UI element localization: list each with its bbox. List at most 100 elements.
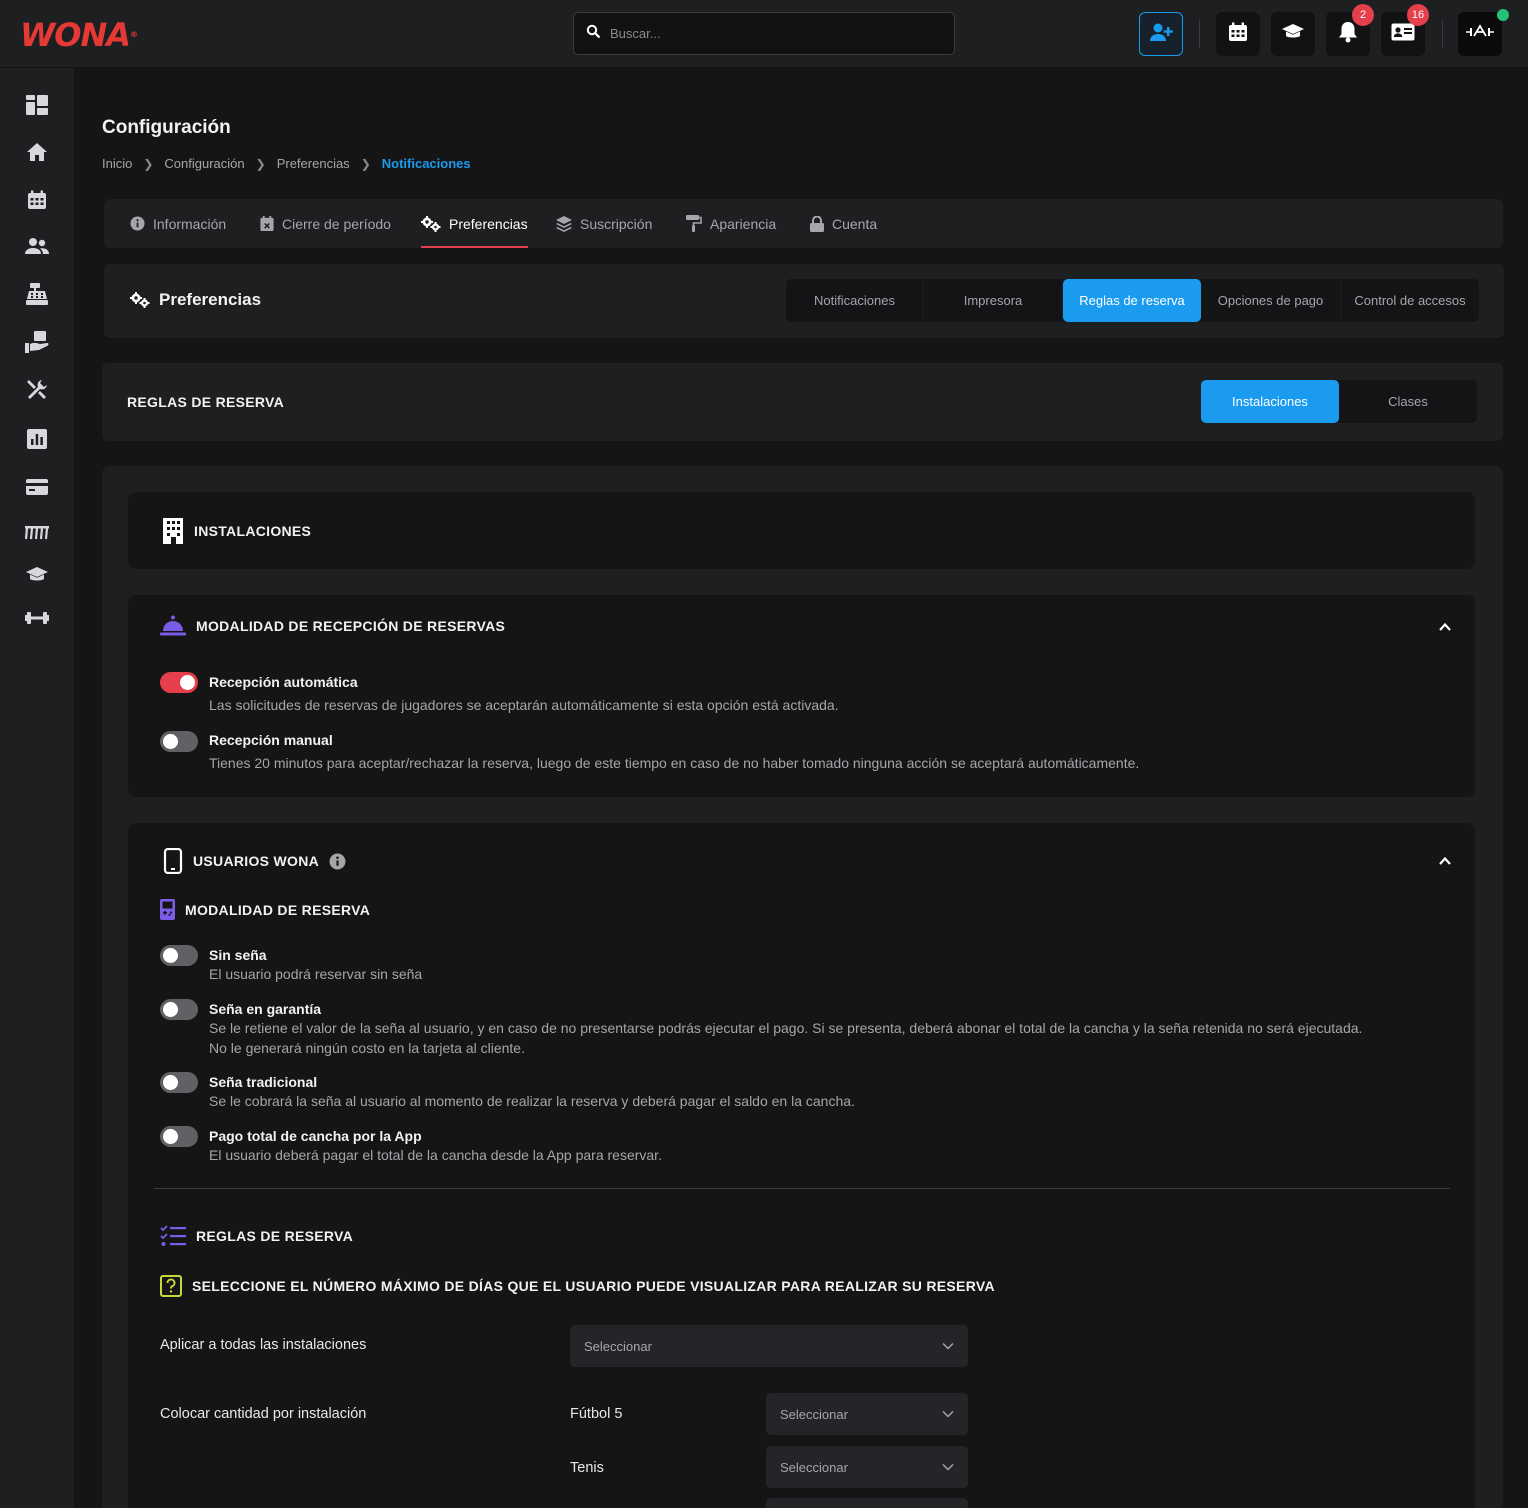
segment-clases[interactable]: Clases [1339,380,1477,423]
toggle-pago-total-app[interactable] [160,1126,198,1147]
graduation-cap-icon [1281,23,1305,46]
id-card-icon [1391,23,1415,46]
rules-segmented-control: Instalaciones Clases [1201,380,1477,423]
page-title: Configuración [102,117,231,138]
section-divider [154,1188,1450,1189]
chevron-down-icon [942,1342,954,1350]
wona-logo[interactable]: WONA® [20,18,138,52]
toggle-sena-tradicional[interactable] [160,1072,198,1093]
option-title: Sin seña [209,947,267,963]
calendar-icon [28,190,46,209]
breadcrumb-item[interactable]: Inicio [102,156,132,171]
tab-cuenta[interactable]: Cuenta [810,199,877,248]
paint-roller-icon [686,215,702,232]
sidebar-item-home[interactable] [22,137,52,167]
tab-suscripcion[interactable]: Suscripción [556,199,652,248]
sidebar-item-dashboard[interactable] [22,90,52,120]
option-description: El usuario deberá pagar el total de la c… [209,1147,662,1163]
sidebar-item-calendar[interactable] [22,185,52,215]
booking-mode-title: MODALIDAD DE RESERVA [160,899,370,920]
sidebar-item-courts[interactable] [22,517,52,547]
toggle-sena-en-garantia[interactable] [160,999,198,1020]
tools-icon [27,380,47,399]
installation-name: Fútbol 5 [570,1406,623,1422]
sidebar-item-classes[interactable] [22,560,52,590]
sidebar-item-payments[interactable] [22,327,52,357]
sidebar-item-gym[interactable] [22,603,52,633]
credit-card-icon [26,479,48,495]
option-description: Tienes 20 minutos para aceptar/rechazar … [209,755,1140,771]
mobile-phone-icon [163,848,183,874]
installations-card [128,492,1475,569]
option-description-note: No le generará ningún costo en la tarjet… [209,1040,525,1056]
sidebar-item-users[interactable] [22,231,52,261]
collapse-chevron-up-icon[interactable] [1438,854,1452,868]
tab-preferencias[interactable]: Preferencias [421,199,528,248]
calendar-button[interactable] [1216,12,1260,56]
messages-button[interactable]: 16 [1381,4,1429,56]
reception-title: MODALIDAD DE RECEPCIÓN DE RESERVAS [160,615,505,637]
topbar-separator [1199,20,1200,48]
notifications-button[interactable]: 2 [1326,4,1374,56]
gameboy-icon [160,899,175,920]
online-status-dot [1497,9,1509,21]
layers-icon [556,215,572,232]
dashboard-icon [26,95,48,115]
next-installation-select[interactable] [766,1498,968,1508]
toggle-recepcion-manual[interactable] [160,731,198,752]
toggle-sin-sena[interactable] [160,945,198,966]
info-icon[interactable] [329,853,346,870]
collapse-chevron-up-icon[interactable] [1438,620,1452,634]
home-icon [27,143,47,161]
option-title: Pago total de cancha por la App [209,1128,422,1144]
add-user-button[interactable] [1139,12,1183,56]
profile-button[interactable] [1458,9,1509,56]
chevron-down-icon [942,1463,954,1471]
apply-all-label: Aplicar a todas las instalaciones [160,1337,367,1353]
breadcrumb-item[interactable]: Preferencias [277,156,350,171]
chevron-right-icon: ❯ [255,156,266,171]
tab-cierre-periodo[interactable]: Cierre de período [260,199,391,248]
question-square-icon [160,1275,182,1297]
rules-header-title: REGLAS DE RESERVA [127,394,285,410]
checklist-icon [160,1225,186,1246]
segment-notificaciones[interactable]: Notificaciones [786,279,924,322]
gears-icon [421,215,441,232]
sidebar-item-tools[interactable] [22,375,52,405]
sidebar-item-cash-register[interactable] [22,279,52,309]
messages-badge: 16 [1407,4,1429,26]
breadcrumb-item[interactable]: Configuración [164,156,244,171]
sidebar-item-reports[interactable] [22,424,52,454]
search-box[interactable] [573,12,955,55]
segment-reglas-de-reserva[interactable]: Reglas de reserva [1063,279,1201,322]
option-description: Se le cobrará la seña al usuario al mome… [209,1093,855,1109]
gym-logo-icon [1465,23,1495,45]
search-icon [586,24,600,43]
option-title: Seña tradicional [209,1074,318,1090]
breadcrumb-item-current: Notificaciones [381,156,471,171]
segment-impresora[interactable]: Impresora [924,279,1063,322]
toggle-recepcion-automatica[interactable] [160,672,198,693]
per-installation-label: Colocar cantidad por instalación [160,1406,367,1422]
settings-tabs: Información Cierre de período Preferenci… [104,199,1503,248]
tenis-days-select[interactable]: Seleccionar [766,1446,968,1488]
apply-all-select[interactable]: Seleccionar [570,1325,968,1367]
search-input[interactable] [610,26,930,41]
chart-icon [27,429,47,449]
graduation-cap-icon [26,567,48,581]
option-title: Recepción automática [209,674,358,690]
installations-title: INSTALACIONES [162,518,311,544]
tab-informacion[interactable]: Información [130,199,226,248]
futbol5-days-select[interactable]: Seleccionar [766,1393,968,1435]
sidebar [0,68,74,1508]
segment-instalaciones[interactable]: Instalaciones [1201,380,1339,423]
segment-opciones-de-pago[interactable]: Opciones de pago [1201,279,1341,322]
info-icon [130,216,145,231]
preferences-segmented-control: Notificaciones Impresora Reglas de reser… [786,279,1479,322]
wona-users-title: USUARIOS WONA [163,848,346,874]
sidebar-item-cards[interactable] [22,472,52,502]
segment-control-de-accesos[interactable]: Control de accesos [1341,279,1479,322]
classes-button[interactable] [1271,12,1315,56]
tab-apariencia[interactable]: Apariencia [686,199,776,248]
cash-register-icon [26,283,48,305]
